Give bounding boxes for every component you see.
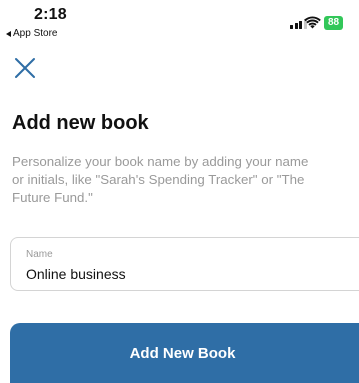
status-bar: 2:18 App Store 88 [0,0,359,44]
close-icon[interactable] [14,57,36,79]
wifi-icon [304,16,321,29]
book-name-label: Name [26,249,53,260]
page-title: Add new book [12,112,149,134]
battery-level: 88 [328,17,340,28]
add-new-book-label: Add New Book [129,344,236,362]
book-name-input[interactable]: Online business [26,266,126,282]
book-name-field[interactable]: Name Online business [10,237,359,291]
page-description: Personalize your book name by adding you… [12,154,309,205]
add-new-book-button[interactable]: Add New Book [10,323,359,383]
back-to-app-store-link[interactable]: App Store [6,28,57,39]
back-app-label: App Store [13,28,58,39]
back-triangle-icon [6,30,11,37]
status-time: 2:18 [34,6,67,23]
battery-icon: 88 [324,16,344,30]
